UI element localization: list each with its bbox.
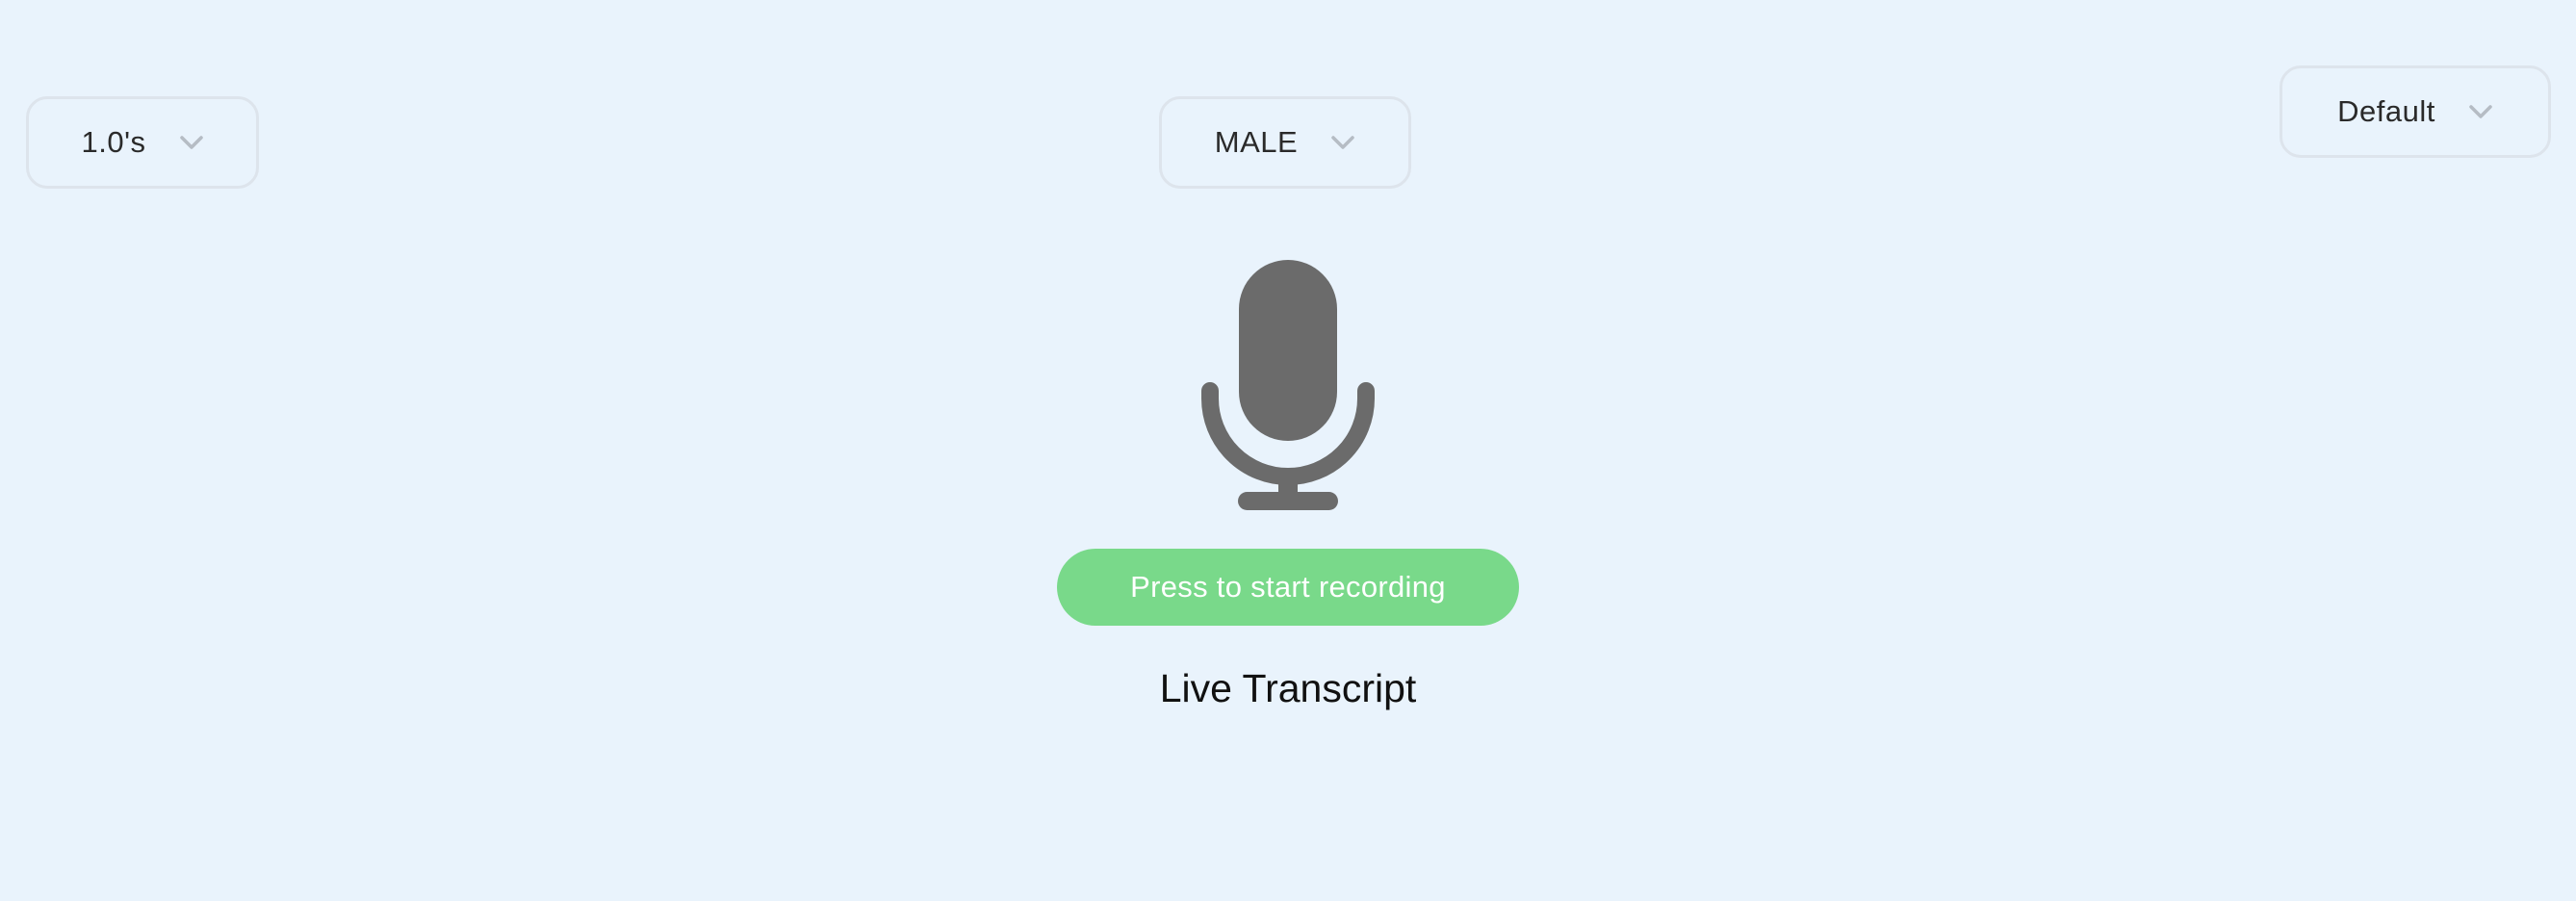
chevron-down-icon: [179, 136, 203, 149]
chevron-down-icon: [2469, 105, 2492, 118]
transcript-heading: Live Transcript: [1159, 666, 1417, 710]
voice-select[interactable]: MALE: [1159, 96, 1411, 189]
interval-select-value: 1.0's: [81, 125, 146, 159]
chevron-down-icon: [1331, 136, 1354, 149]
device-select-value: Default: [2337, 94, 2435, 128]
voice-select-value: MALE: [1214, 125, 1299, 159]
microphone-icon[interactable]: [1201, 256, 1375, 516]
device-select[interactable]: Default: [2280, 65, 2551, 158]
interval-select[interactable]: 1.0's: [26, 96, 259, 189]
start-recording-button[interactable]: Press to start recording: [1057, 549, 1519, 626]
